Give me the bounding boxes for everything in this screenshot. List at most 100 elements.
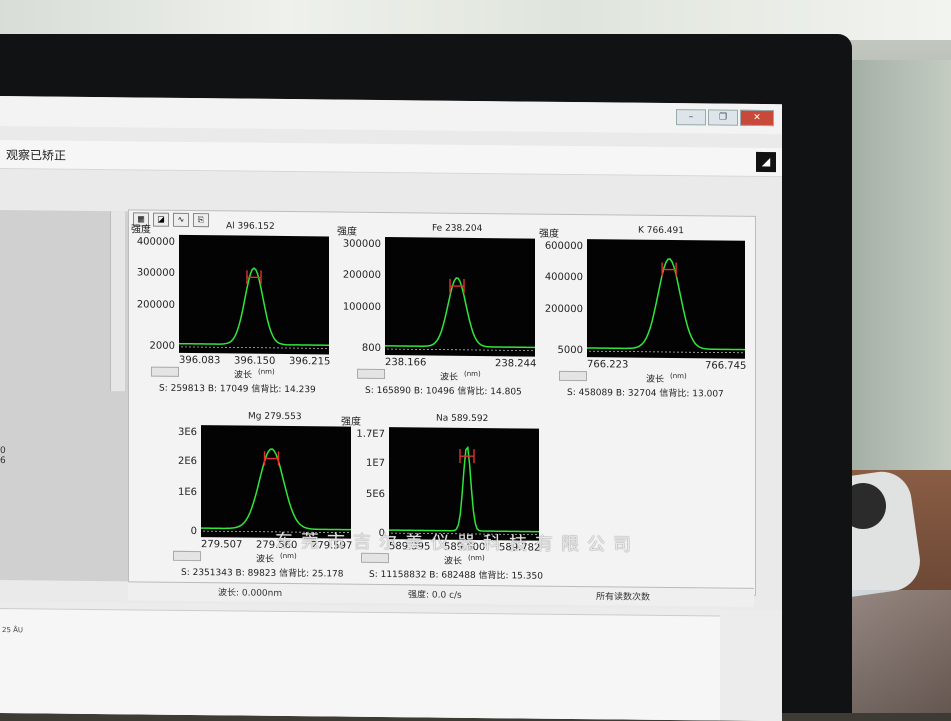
- plot-area: [587, 239, 745, 359]
- x-axis-unit: (nm): [280, 551, 297, 561]
- intensity-readout: 强度: 0.0 c/s: [408, 590, 462, 601]
- x-tick-label: 766.223: [587, 359, 629, 371]
- left-scrollbar[interactable]: [110, 211, 125, 392]
- spectrum-svg: [201, 448, 351, 534]
- left-fragment: 0: [0, 446, 6, 457]
- chart-title: Mg 279.553: [248, 411, 302, 423]
- spectrum-mini-tab[interactable]: [357, 368, 385, 380]
- x-axis-label: 波长: [646, 374, 665, 385]
- peak-window-marker[interactable]: [246, 270, 262, 285]
- y-tick-label: 3E6: [177, 427, 197, 439]
- signal-stats: S: 259813 B: 17049 信背比: 14.239: [159, 383, 316, 396]
- y-axis-label: 强度: [337, 226, 357, 238]
- plot-area: [385, 237, 535, 357]
- y-tick-label: 2E6: [177, 456, 197, 468]
- y-tick-label: 100000: [342, 301, 381, 313]
- plot-area: [201, 425, 351, 539]
- y-axis-label: 强度: [131, 224, 151, 236]
- y-tick-label: 5E6: [365, 488, 385, 500]
- x-axis-unit: (nm): [464, 369, 481, 379]
- bottom-text: 25 ÅU: [2, 626, 24, 635]
- spectrum-mini-tab[interactable]: [173, 550, 201, 562]
- bottom-pane: [0, 608, 720, 721]
- signal-stats: S: 165890 B: 10496 信背比: 14.805: [365, 385, 522, 398]
- signal-stats: S: 2351343 B: 89823 信背比: 25.178: [181, 567, 344, 580]
- spectrum-svg: [389, 445, 539, 535]
- y-tick-label: 400000: [136, 236, 175, 249]
- y-tick-label: 1.7E7: [356, 428, 385, 441]
- minimize-button[interactable]: –: [676, 109, 706, 126]
- spectrum-chart: Mg 279.553 3E6 2E6 1E6 0 279.507 279.560 279.59…: [151, 411, 361, 585]
- spectrum-chart: 强度 Na 589.592 1.7E7 1E7 5E6 0 589.395 589.600 58…: [339, 413, 549, 587]
- spectrum-svg: [179, 267, 329, 349]
- spectrum-series-line: [385, 277, 535, 349]
- y-axis-label: 强度: [341, 416, 361, 428]
- spectrum-mini-tab[interactable]: [361, 552, 389, 564]
- x-axis-label: 波长: [444, 556, 463, 567]
- y-tick-label: 2000: [149, 340, 175, 353]
- spectrum-series-line: [179, 267, 329, 346]
- y-tick-label: 200000: [544, 303, 583, 315]
- spectrum-chart: 强度 Fe 238.204 300000 200000 100000 800 238.166…: [335, 223, 545, 403]
- watermark: 东莞市吉尔美仪器科技有限公司: [275, 530, 639, 556]
- spectrum-svg: [385, 277, 535, 351]
- signal-stats: S: 11158832 B: 682488 信背比: 15.350: [369, 569, 543, 582]
- plot-area: [389, 427, 539, 541]
- signal-stats: S: 458089 B: 32704 信背比: 13.007: [567, 387, 724, 400]
- toolbar: 观察已矫正 ◢: [0, 140, 782, 178]
- baseline-line: [181, 346, 327, 349]
- y-tick-label: 800: [361, 342, 381, 355]
- spectrum-series-line: [389, 445, 539, 533]
- x-tick-label: 238.166: [385, 357, 427, 369]
- x-axis-label: 波长: [234, 370, 253, 381]
- spectrum-svg: [587, 258, 745, 354]
- baseline-line: [589, 350, 743, 354]
- spectrum-chart: 强度 K 766.491 600000 400000 200000 5000 766.223…: [537, 225, 755, 405]
- y-tick-label: 1E7: [365, 458, 385, 470]
- y-tick-label: 200000: [342, 269, 381, 282]
- all-reps-label: 所有读数次数: [596, 592, 651, 603]
- peak-window-marker[interactable]: [661, 262, 677, 277]
- x-axis-unit: (nm): [468, 553, 485, 563]
- x-tick-label: 396.083: [179, 354, 221, 367]
- y-tick-label: 5000: [557, 345, 583, 357]
- x-tick-label: 279.507: [201, 539, 243, 551]
- monitor-screen: – ❐ ✕ 观察已矫正 ◢ 0 6 ▦ ◪ ∿ ⎘ 强度 Al 396.152 40…: [0, 96, 782, 721]
- x-tick-label: 396.150: [234, 355, 276, 367]
- chart-title: Al 396.152: [226, 221, 275, 232]
- baseline-line: [387, 348, 533, 351]
- wavelength-readout: 波长: 0.000nm: [218, 588, 283, 599]
- x-axis-unit: (nm): [670, 372, 687, 381]
- spectrum-mini-tab[interactable]: [559, 370, 587, 382]
- y-tick-label: 400000: [544, 271, 583, 284]
- close-button[interactable]: ✕: [740, 109, 774, 127]
- x-axis-label: 波长: [256, 554, 275, 565]
- chart-title: Na 589.592: [436, 413, 489, 425]
- spectrum-chart: 强度 Al 396.152 400000 300000 200000 2000 396.08…: [129, 220, 339, 400]
- restore-button[interactable]: ❐: [708, 109, 738, 126]
- x-axis-unit: (nm): [258, 367, 275, 376]
- y-tick-label: 300000: [136, 267, 175, 279]
- chart-title: Fe 238.204: [432, 223, 483, 235]
- y-tick-label: 200000: [136, 299, 175, 311]
- spectrum-series-line: [201, 448, 351, 531]
- left-fragments: 0 6: [0, 446, 14, 566]
- spectrum-mini-tab[interactable]: [151, 366, 179, 377]
- left-fragment: 6: [0, 456, 6, 467]
- peak-window-marker[interactable]: [459, 449, 475, 464]
- spectrum-series-line: [587, 258, 745, 351]
- x-tick-label: 766.745: [705, 360, 747, 372]
- y-tick-label: 1E6: [177, 486, 197, 498]
- x-tick-label: 238.244: [495, 358, 537, 370]
- corner-button[interactable]: ◢: [756, 151, 776, 173]
- plot-area: [179, 234, 329, 355]
- y-tick-label: 0: [190, 525, 197, 537]
- y-axis-label: 强度: [539, 228, 559, 240]
- chart-title: K 766.491: [638, 225, 684, 237]
- x-tick-label: 396.215: [289, 356, 331, 368]
- y-tick-label: 600000: [544, 241, 583, 253]
- x-axis-label: 波长: [440, 372, 459, 383]
- peak-window-marker[interactable]: [449, 278, 465, 294]
- observation-status: 观察已矫正: [6, 148, 67, 163]
- y-tick-label: 300000: [342, 238, 381, 251]
